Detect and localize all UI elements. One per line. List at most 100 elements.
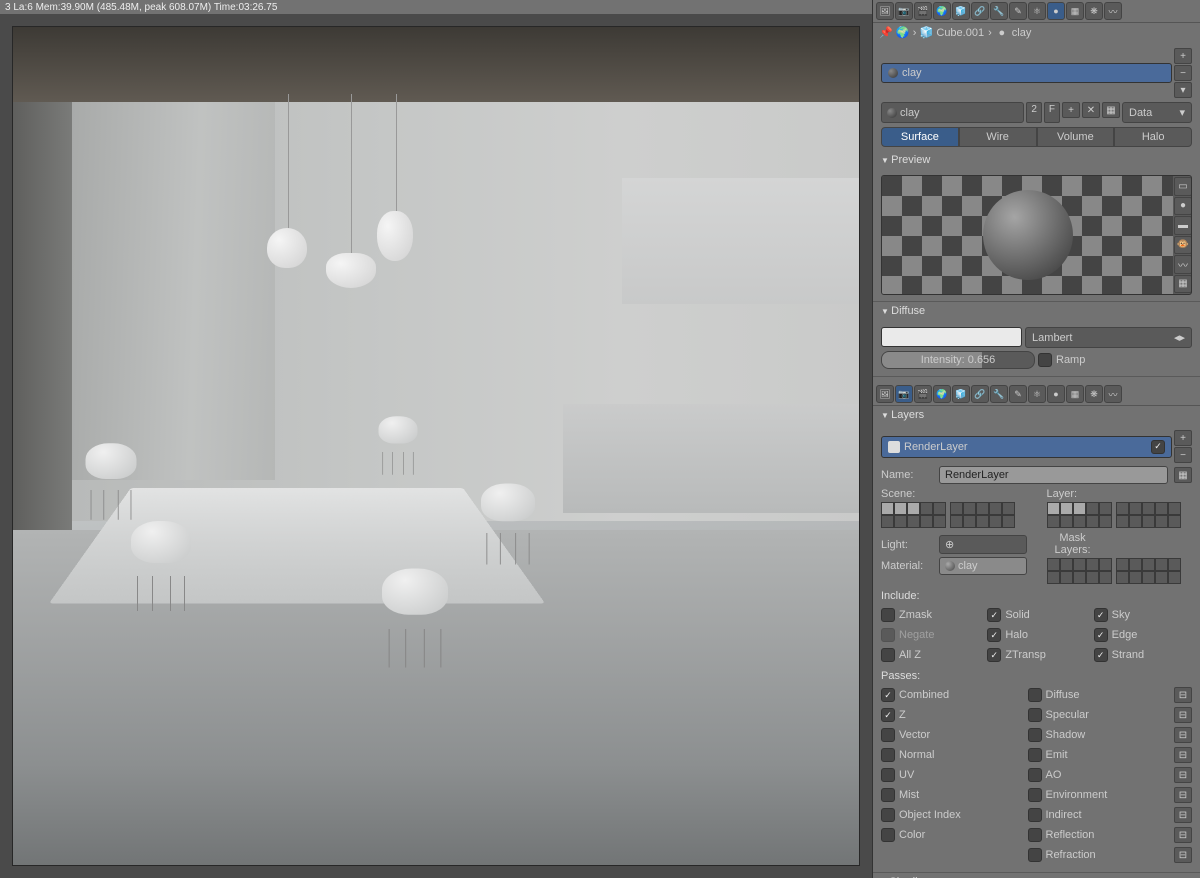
pass-environment[interactable]: Environment	[1028, 788, 1171, 802]
pass-exclude-button[interactable]: ⊟	[1174, 787, 1192, 803]
layer-cell[interactable]	[1099, 502, 1112, 515]
layer-cell[interactable]	[1073, 571, 1086, 584]
layer-cell[interactable]	[1168, 571, 1181, 584]
tab-surface[interactable]: Surface	[881, 127, 959, 147]
layer-cell[interactable]	[894, 515, 907, 528]
user-count[interactable]: 2	[1026, 102, 1042, 123]
include-allz[interactable]: All Z	[881, 648, 979, 662]
layer-name-input[interactable]	[939, 466, 1168, 484]
layer-cell[interactable]	[1073, 502, 1086, 515]
layer-cell[interactable]	[1086, 571, 1099, 584]
pass-uv[interactable]: UV	[881, 768, 1024, 782]
tab-volume[interactable]: Volume	[1037, 127, 1115, 147]
material-override-field[interactable]: clay	[939, 557, 1027, 575]
context-tab-11[interactable]: ❋	[1085, 2, 1103, 20]
intensity-slider[interactable]: Intensity: 0.656	[881, 351, 1035, 369]
layer-cell[interactable]	[933, 515, 946, 528]
new-material-button[interactable]: +	[1062, 102, 1080, 118]
layer-cell[interactable]	[1142, 571, 1155, 584]
layer-cell[interactable]	[1099, 558, 1112, 571]
pass-exclude-button[interactable]: ⊟	[1174, 847, 1192, 863]
layer-cell[interactable]	[1168, 502, 1181, 515]
pass-emit[interactable]: Emit	[1028, 748, 1171, 762]
include-edge[interactable]: Edge	[1094, 628, 1192, 642]
pass-shadow[interactable]: Shadow	[1028, 728, 1171, 742]
layer-cell[interactable]	[1116, 558, 1129, 571]
layer-cell[interactable]	[1155, 502, 1168, 515]
context-tab-12[interactable]: 〰	[1104, 385, 1122, 403]
layer-cell[interactable]	[1129, 571, 1142, 584]
layer-cell[interactable]	[1060, 558, 1073, 571]
context-tab-5[interactable]: 🔗	[971, 385, 989, 403]
layer-cell[interactable]	[950, 515, 963, 528]
layer-cell[interactable]	[1060, 515, 1073, 528]
layer-cell[interactable]	[1073, 558, 1086, 571]
context-tab-1[interactable]: 📷	[895, 385, 913, 403]
layer-cell[interactable]	[1116, 515, 1129, 528]
material-name-field[interactable]: clay	[881, 102, 1024, 123]
render-area[interactable]: ✕	[12, 26, 860, 866]
pass-reflection[interactable]: Reflection	[1028, 828, 1171, 842]
remove-layer-button[interactable]: −	[1174, 447, 1192, 463]
layer-cell[interactable]	[1047, 571, 1060, 584]
layer-cell[interactable]	[1116, 571, 1129, 584]
layer-cell[interactable]	[933, 502, 946, 515]
context-tab-1[interactable]: 📷	[895, 2, 913, 20]
include-ztransp[interactable]: ZTransp	[987, 648, 1085, 662]
layer-cell[interactable]	[1155, 571, 1168, 584]
layer-cell[interactable]	[1168, 515, 1181, 528]
preview-type-1[interactable]: ●	[1174, 197, 1192, 216]
context-tab-7[interactable]: ✎	[1009, 385, 1027, 403]
pass-exclude-button[interactable]: ⊟	[1174, 687, 1192, 703]
nodes-button[interactable]: ▦	[1102, 102, 1120, 118]
layer-cell[interactable]	[1060, 571, 1073, 584]
preview-type-5[interactable]: ▦	[1174, 275, 1192, 294]
pass-exclude-button[interactable]: ⊟	[1174, 807, 1192, 823]
layer-cell[interactable]	[1099, 571, 1112, 584]
layer-cell[interactable]	[1129, 558, 1142, 571]
pass-exclude-button[interactable]: ⊟	[1174, 767, 1192, 783]
pass-combined[interactable]: Combined	[881, 688, 1024, 702]
context-tab-4[interactable]: 🧊	[952, 385, 970, 403]
light-override-field[interactable]: ⊕	[939, 535, 1027, 554]
layer-cell[interactable]	[1002, 502, 1015, 515]
context-tab-2[interactable]: 🎬	[914, 2, 932, 20]
context-tab-8[interactable]: ⚛	[1028, 385, 1046, 403]
shading-panel-header[interactable]: Shading	[873, 873, 1200, 878]
tab-wire[interactable]: Wire	[959, 127, 1037, 147]
context-tab-6[interactable]: 🔧	[990, 2, 1008, 20]
add-layer-button[interactable]: +	[1174, 430, 1192, 446]
layer-cell[interactable]	[1116, 502, 1129, 515]
fake-user-button[interactable]: F	[1044, 102, 1060, 123]
add-slot-button[interactable]: +	[1174, 48, 1192, 64]
context-tab-3[interactable]: 🌍	[933, 385, 951, 403]
pass-diffuse[interactable]: Diffuse	[1028, 688, 1171, 702]
layer-cell[interactable]	[1155, 515, 1168, 528]
diffuse-color[interactable]	[881, 327, 1022, 347]
render-layer-item[interactable]: RenderLayer	[881, 436, 1172, 458]
diffuse-model-dropdown[interactable]: Lambert◂▸	[1025, 327, 1192, 348]
layer-enable-checkbox[interactable]	[1151, 440, 1165, 454]
context-tab-8[interactable]: ⚛	[1028, 2, 1046, 20]
pass-mist[interactable]: Mist	[881, 788, 1024, 802]
material-slot[interactable]: clay	[881, 63, 1172, 83]
include-solid[interactable]: Solid	[987, 608, 1085, 622]
layer-cell[interactable]	[881, 515, 894, 528]
layer-cell[interactable]	[1086, 502, 1099, 515]
pass-color[interactable]: Color	[881, 828, 1024, 842]
context-tab-6[interactable]: 🔧	[990, 385, 1008, 403]
diffuse-panel-header[interactable]: Diffuse	[873, 302, 1200, 320]
pass-ao[interactable]: AO	[1028, 768, 1171, 782]
layer-cell[interactable]	[976, 502, 989, 515]
layer-cell[interactable]	[1086, 558, 1099, 571]
include-sky[interactable]: Sky	[1094, 608, 1192, 622]
layer-cell[interactable]	[1142, 558, 1155, 571]
layer-cell[interactable]	[976, 515, 989, 528]
context-tab-3[interactable]: 🌍	[933, 2, 951, 20]
layer-cell[interactable]	[1155, 558, 1168, 571]
context-tab-4[interactable]: 🧊	[952, 2, 970, 20]
unlink-material-button[interactable]: ✕	[1082, 102, 1100, 118]
pass-objectindex[interactable]: Object Index	[881, 808, 1024, 822]
layer-cell[interactable]	[950, 502, 963, 515]
include-zmask[interactable]: Zmask	[881, 608, 979, 622]
